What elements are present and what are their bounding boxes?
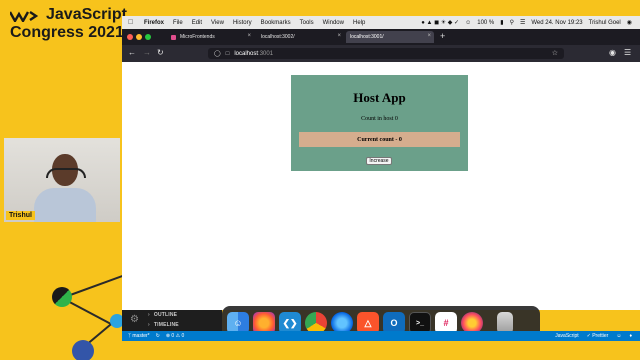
presenter-video: [4, 138, 120, 222]
close-tab-icon[interactable]: ×: [337, 33, 341, 39]
tab-microfrontends[interactable]: MicroFrontends ×: [167, 31, 254, 43]
sync-icon[interactable]: ↻: [156, 333, 160, 339]
tab-label: localhost:3001/: [350, 34, 384, 40]
host-app-title: Host App: [353, 90, 406, 105]
menu-file[interactable]: File: [173, 20, 183, 26]
status-icons[interactable]: ● ▲ ◼ ☀ ◆ ✓: [421, 19, 459, 26]
firefox-window: MicroFrontends × localhost:3002/ × local…: [122, 29, 640, 310]
reload-icon[interactable]: ↻: [157, 48, 164, 57]
menu-help[interactable]: Help: [353, 20, 365, 26]
battery-icon: ▮: [500, 20, 504, 26]
clock[interactable]: Wed 24. Nov 19:23: [531, 20, 582, 26]
url-bar[interactable]: ◯ □ localhost:3001 ☆: [208, 48, 564, 59]
language-mode[interactable]: JavaScript: [555, 333, 578, 339]
forward-icon[interactable]: →: [143, 48, 151, 57]
vscode-sidebar: ⚙ › OUTLINE › TIMELINE: [122, 310, 222, 331]
menu-history[interactable]: History: [233, 20, 252, 26]
host-count-text: Count in host 0: [361, 116, 398, 122]
brand-title: JavaScript: [46, 6, 127, 23]
decor-circle: [72, 340, 94, 360]
menu-view[interactable]: View: [211, 20, 224, 26]
hamburger-menu-icon[interactable]: ☰: [624, 48, 631, 57]
presenter-name-tag: Trishul: [6, 211, 35, 220]
new-tab-button[interactable]: +: [440, 31, 445, 41]
bookmark-star-icon[interactable]: ☆: [552, 49, 558, 57]
menu-firefox[interactable]: Firefox: [144, 20, 164, 26]
timeline-section[interactable]: › TIMELINE: [148, 322, 179, 328]
conference-logo-icon: [10, 11, 39, 22]
decor-circle: [52, 287, 72, 307]
favicon-icon: [171, 34, 176, 40]
url-port: :3001: [258, 50, 274, 57]
branch-indicator[interactable]: ᛉ master*: [128, 333, 150, 339]
chevron-right-icon: ›: [148, 322, 150, 328]
increase-button[interactable]: Increase: [366, 157, 392, 165]
host-app-container: Host App Count in host 0 Current count -…: [291, 75, 468, 171]
pocket-icon[interactable]: ◉: [609, 48, 616, 57]
tab-localhost-3001[interactable]: localhost:3001/ ×: [346, 31, 434, 43]
minimize-window-button[interactable]: [136, 34, 142, 40]
outline-section[interactable]: › OUTLINE: [148, 312, 177, 318]
page-info-icon[interactable]: □: [226, 51, 230, 57]
gear-icon[interactable]: ⚙: [130, 314, 139, 325]
menu-tools[interactable]: Tools: [300, 20, 314, 26]
zoom-window-button[interactable]: [145, 34, 151, 40]
brand-subtitle: Congress 2021: [10, 24, 124, 41]
search-icon[interactable]: ⚲: [510, 19, 514, 26]
user-name[interactable]: Trishul Goel: [589, 20, 621, 26]
vscode-statusbar: ᛉ master* ↻ ⊗ 0 ⚠ 0 JavaScript ✓ Prettie…: [122, 331, 640, 341]
macos-menubar:  Firefox File Edit View History Bookmar…: [122, 16, 640, 29]
chevron-right-icon: ›: [148, 312, 150, 318]
control-center-icon[interactable]: ☰: [520, 19, 525, 26]
menu-edit[interactable]: Edit: [192, 20, 202, 26]
current-count-panel: Current count - 0: [299, 132, 460, 147]
tab-label: MicroFrontends: [180, 34, 215, 40]
siri-icon[interactable]: ◉: [627, 19, 632, 26]
apple-icon[interactable]: : [128, 19, 136, 26]
tab-label: localhost:3002/: [261, 34, 295, 40]
presenter-body: [34, 188, 96, 222]
tab-strip: MicroFrontends × localhost:3002/ × local…: [122, 29, 640, 45]
close-tab-icon[interactable]: ×: [427, 33, 431, 39]
close-tab-icon[interactable]: ×: [247, 33, 251, 39]
close-window-button[interactable]: [127, 34, 133, 40]
wifi-icon[interactable]: ☺: [465, 20, 471, 26]
tab-localhost-3002[interactable]: localhost:3002/ ×: [257, 31, 344, 43]
battery-level[interactable]: 100 %: [477, 20, 494, 26]
back-icon[interactable]: ←: [128, 48, 136, 57]
feedback-icon[interactable]: ☺: [616, 333, 621, 339]
headset-icon: [46, 168, 86, 178]
problems-indicator[interactable]: ⊗ 0 ⚠ 0: [166, 333, 184, 339]
url-host: localhost: [234, 50, 259, 57]
menu-window[interactable]: Window: [323, 20, 344, 26]
current-count-text: Current count - 0: [357, 136, 402, 143]
prettier-status[interactable]: ✓ Prettier: [587, 333, 609, 339]
tracking-shield-icon[interactable]: ◯: [214, 50, 221, 57]
bell-icon[interactable]: ♦: [629, 333, 632, 339]
nav-toolbar: ← → ↻ ◯ □ localhost:3001 ☆ ◉ ☰: [122, 45, 640, 62]
menu-bookmarks[interactable]: Bookmarks: [261, 20, 291, 26]
